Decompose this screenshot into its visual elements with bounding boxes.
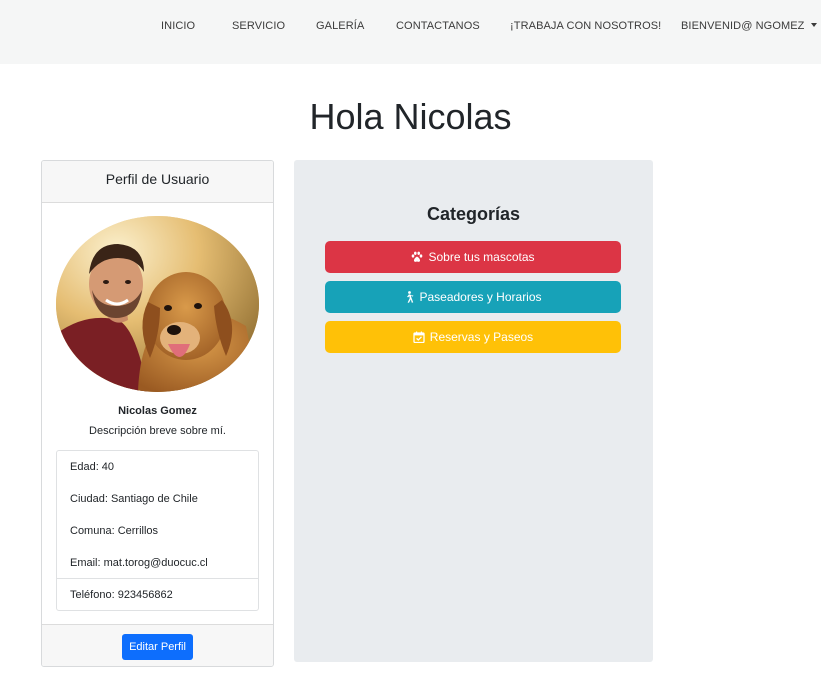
profile-card-header: Perfil de Usuario bbox=[42, 161, 273, 203]
info-phone: Teléfono: 923456862 bbox=[70, 589, 173, 601]
nav-link-trabaja-con-nosotros[interactable]: ¡TRABAJA CON NOSOTROS! bbox=[510, 20, 661, 32]
category-button-mascotas[interactable]: Sobre tus mascotas bbox=[325, 241, 621, 273]
user-menu-label: BIENVENID@ NGOMEZ bbox=[681, 20, 805, 32]
nav-link-galeria[interactable]: GALERÍA bbox=[316, 20, 364, 32]
category-button-reservas[interactable]: Reservas y Paseos bbox=[325, 321, 621, 353]
walking-person-icon bbox=[404, 283, 414, 315]
profile-photo bbox=[56, 216, 259, 392]
edit-profile-button[interactable]: Editar Perfil bbox=[122, 634, 193, 660]
category-label: Sobre tus mascotas bbox=[428, 250, 535, 264]
info-divider bbox=[57, 578, 258, 579]
info-commune: Comuna: Cerrillos bbox=[70, 525, 159, 537]
top-navbar: INICIO SERVICIO GALERÍA CONTACTANOS ¡TRA… bbox=[0, 0, 821, 64]
caret-down-icon bbox=[810, 23, 817, 27]
categories-title: Categorías bbox=[426, 204, 521, 224]
info-city: Ciudad: Santiago de Chile bbox=[70, 493, 198, 505]
category-label: Reservas y Paseos bbox=[429, 330, 534, 344]
profile-card-footer: Editar Perfil bbox=[42, 624, 273, 666]
calendar-check-icon bbox=[413, 323, 425, 355]
nav-link-inicio[interactable]: INICIO bbox=[161, 20, 195, 32]
category-label: Paseadores y Horarios bbox=[419, 290, 542, 304]
profile-card: Perfil de Usuario Nicolas Gomez Descripc… bbox=[41, 160, 274, 667]
avatar bbox=[56, 216, 259, 392]
user-menu-dropdown[interactable]: BIENVENID@ NGOMEZ bbox=[681, 20, 817, 32]
category-button-paseadores[interactable]: Paseadores y Horarios bbox=[325, 281, 621, 313]
paw-icon bbox=[411, 243, 423, 275]
info-age: Edad: 40 bbox=[70, 461, 115, 473]
nav-link-contactanos[interactable]: CONTACTANOS bbox=[396, 20, 480, 32]
profile-description: Descripción breve sobre mí. bbox=[89, 425, 226, 437]
nav-link-servicio[interactable]: SERVICIO bbox=[232, 20, 285, 32]
profile-name: Nicolas Gomez bbox=[118, 405, 197, 417]
profile-info-list: Edad: 40 Ciudad: Santiago de Chile Comun… bbox=[56, 450, 259, 611]
categories-panel: Categorías Sobre tus mascotas Paseadores… bbox=[294, 160, 653, 662]
page-title: Hola Nicolas bbox=[309, 96, 512, 137]
info-email: Email: mat.torog@duocuc.cl bbox=[70, 557, 208, 569]
